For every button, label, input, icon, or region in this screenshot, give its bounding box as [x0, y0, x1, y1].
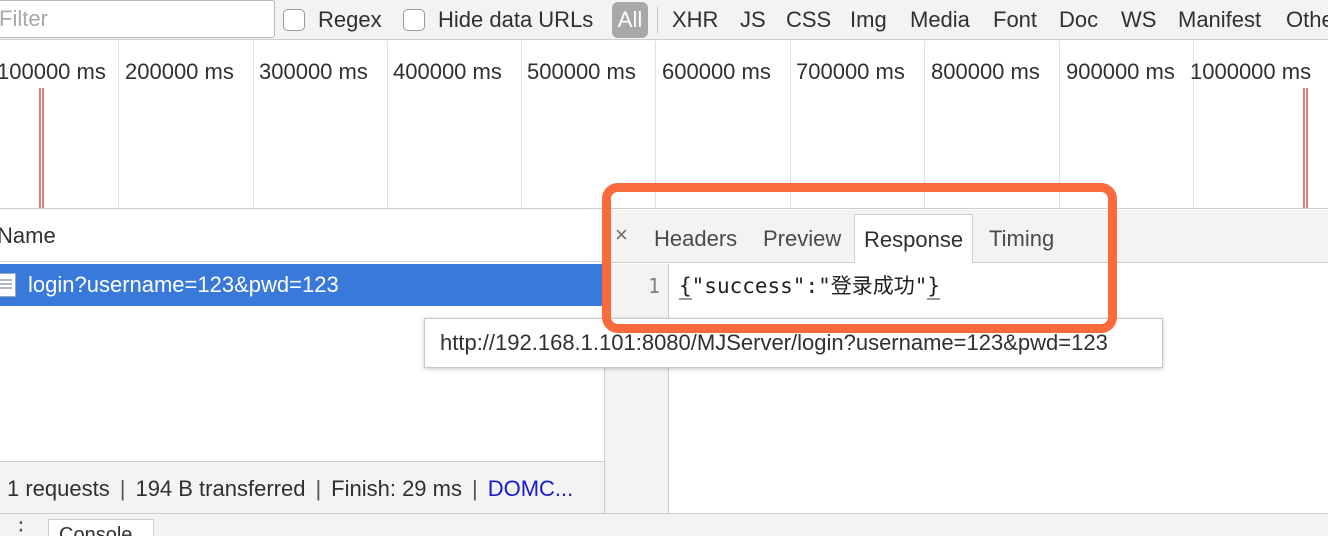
timeline-tick-label: 500000 ms — [527, 59, 636, 84]
name-column-header[interactable]: Name — [0, 210, 604, 262]
dom-content-loaded-link[interactable]: DOMC... — [488, 476, 574, 501]
more-menu-icon[interactable]: ⋮ — [10, 519, 32, 536]
type-filter-img[interactable]: Img — [850, 6, 887, 34]
timeline-gridline — [253, 41, 254, 208]
type-filter-doc[interactable]: Doc — [1059, 6, 1098, 34]
timeline-event-marker — [42, 88, 44, 208]
timeline-tick-label: 800000 ms — [931, 59, 1040, 84]
request-name: login?username=123&pwd=123 — [28, 272, 339, 297]
timeline-tick-label: 300000 ms — [259, 59, 368, 84]
timeline-gridline — [521, 41, 522, 208]
timeline-gridline — [118, 41, 119, 208]
summary-separator: | — [119, 476, 126, 501]
summary-separator: | — [471, 476, 478, 501]
timeline-tick-label: 900000 ms — [1066, 59, 1175, 84]
timeline-event-marker — [1306, 88, 1308, 208]
type-filter-all[interactable]: All — [612, 2, 648, 38]
regex-toggle[interactable]: Regex — [283, 6, 382, 34]
type-filter-media[interactable]: Media — [910, 6, 970, 34]
filter-input[interactable] — [0, 0, 275, 38]
timeline-event-marker — [1303, 88, 1305, 208]
type-filter-css[interactable]: CSS — [786, 6, 831, 34]
network-summary-bar: 1 requests | 194 B transferred | Finish: 29 … — [0, 461, 604, 513]
drawer-bar: ⋮ Console — [0, 513, 1328, 536]
document-icon — [0, 273, 16, 297]
finish-time: Finish: 29 ms — [331, 476, 462, 501]
toolbar-divider — [657, 7, 658, 33]
timeline-gridline — [387, 41, 388, 208]
timeline-tick-label: 700000 ms — [796, 59, 905, 84]
request-row[interactable]: login?username=123&pwd=123 — [0, 264, 604, 306]
type-filter-other[interactable]: Othe — [1286, 6, 1328, 34]
summary-separator: | — [315, 476, 322, 501]
name-column-label: Name — [0, 223, 56, 248]
type-filter-manifest[interactable]: Manifest — [1178, 6, 1261, 34]
tab-console[interactable]: Console — [48, 519, 154, 536]
annotation-highlight-box — [602, 183, 1117, 333]
type-filter-js[interactable]: JS — [740, 6, 766, 34]
timeline-tick-label: 400000 ms — [393, 59, 502, 84]
timeline-tick-label: 200000 ms — [125, 59, 234, 84]
timeline-event-marker — [39, 88, 41, 208]
transferred-size: 194 B transferred — [135, 476, 306, 501]
type-filter-font[interactable]: Font — [993, 6, 1037, 34]
timeline-tick-label: 100000 ms — [0, 59, 106, 84]
hide-data-urls-label: Hide data URLs — [438, 7, 594, 32]
regex-checkbox[interactable] — [283, 9, 305, 31]
hide-data-urls-checkbox[interactable] — [403, 9, 425, 31]
filter-toolbar: Regex Hide data URLs All XHR JS CSS Img … — [0, 0, 1328, 40]
request-count: 1 requests — [7, 476, 110, 501]
network-summary: 1 requests | 194 B transferred | Finish: 29 … — [7, 476, 573, 502]
hide-data-urls-toggle[interactable]: Hide data URLs — [403, 6, 593, 34]
type-filter-ws[interactable]: WS — [1121, 6, 1156, 34]
timeline-tick-label: 600000 ms — [662, 59, 771, 84]
type-filter-xhr[interactable]: XHR — [672, 6, 718, 34]
timeline-tick-label: 1000000 ms — [1190, 59, 1312, 84]
regex-label: Regex — [318, 7, 382, 32]
